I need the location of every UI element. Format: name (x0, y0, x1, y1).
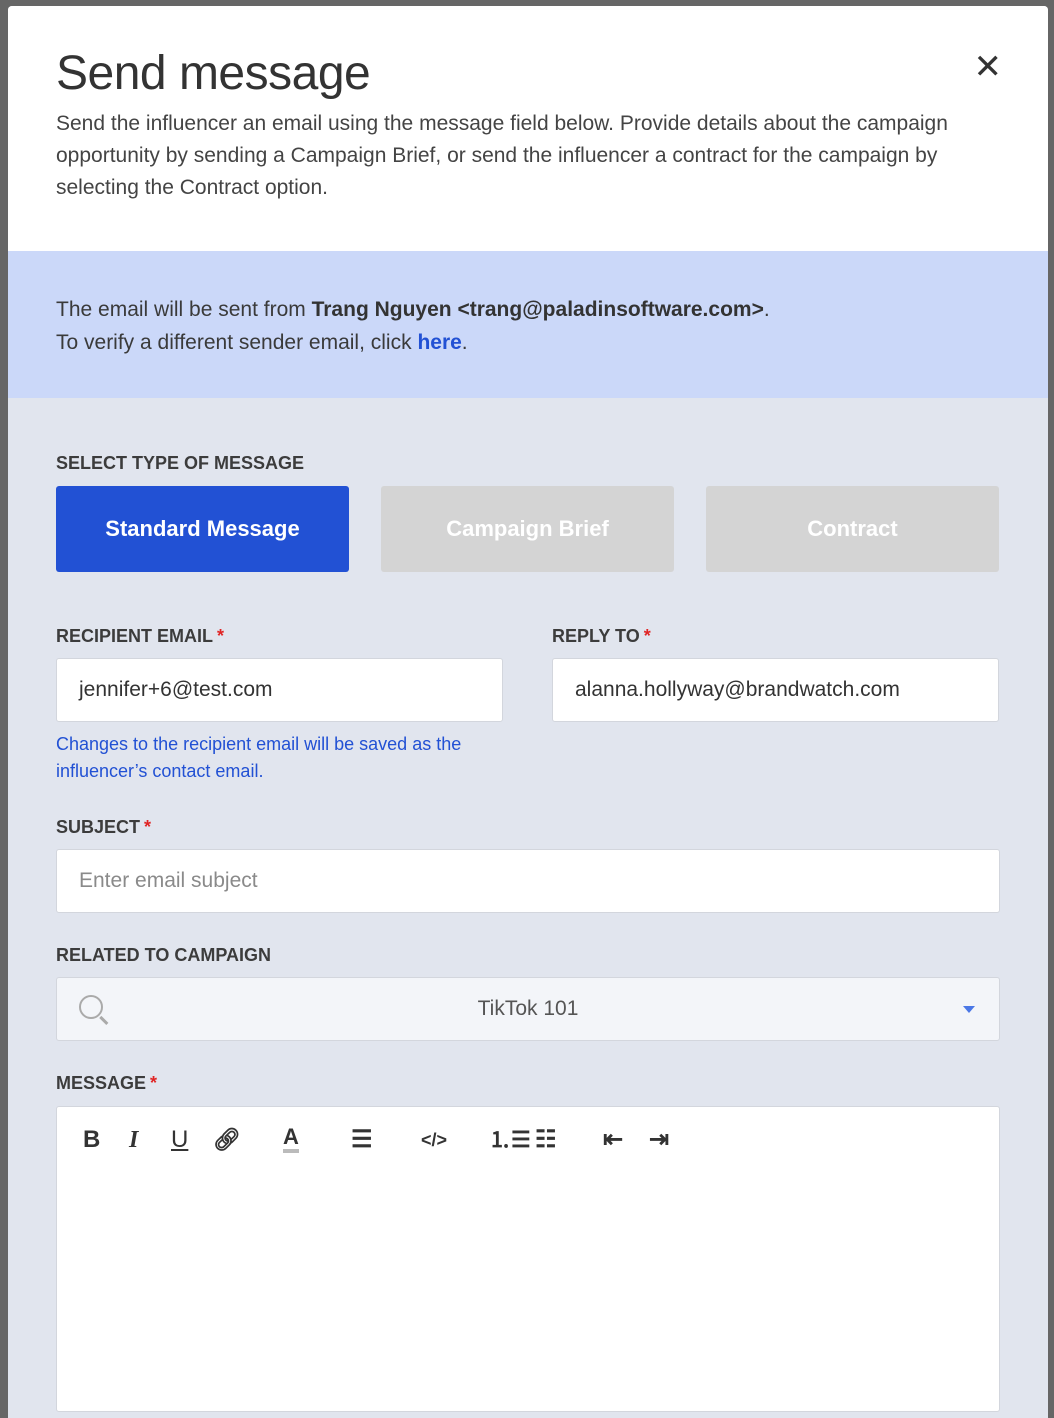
banner-text: . (461, 331, 468, 354)
outdent-icon[interactable]: ⇤ (603, 1125, 623, 1155)
required-marker: * (144, 817, 152, 837)
sender-identity: Trang Nguyen <trang@paladinsoftware.com> (311, 298, 764, 321)
banner-text: The email will be sent from (56, 298, 312, 321)
required-marker: * (150, 1073, 158, 1093)
recipient-email-label: RECIPIENT EMAIL (56, 626, 214, 646)
modal-header: Send message Send the influencer an emai… (8, 6, 1048, 251)
bold-icon[interactable]: B (83, 1125, 100, 1155)
underline-icon[interactable]: U (171, 1125, 188, 1155)
editor-toolbar: B I U 🔗︎ A ☰ </> ⒈☰ ☷ ⇤ ⇥ (57, 1125, 999, 1155)
campaign-label: RELATED TO CAMPAIGN (56, 945, 271, 965)
required-marker: * (217, 626, 225, 646)
type-contract-button[interactable]: Contract (706, 486, 999, 572)
modal-description: Send the influencer an email using the m… (56, 112, 948, 199)
campaign-selected-value: TikTok 101 (477, 997, 579, 1020)
code-icon[interactable]: </> (421, 1125, 447, 1155)
type-standard-message-button[interactable]: Standard Message (56, 486, 349, 572)
campaign-select[interactable]: TikTok 101 (56, 977, 1000, 1041)
subject-label: SUBJECT (56, 817, 141, 837)
modal-body: SELECT TYPE OF MESSAGE Standard Message … (8, 453, 1048, 1412)
banner-text: To verify a different sender email, clic… (56, 331, 418, 354)
modal-title: Send message (56, 47, 371, 100)
message-editor[interactable]: B I U 🔗︎ A ☰ </> ⒈☰ ☷ ⇤ ⇥ (56, 1106, 1000, 1412)
ordered-list-icon[interactable]: ⒈☰ (489, 1125, 531, 1155)
message-type-label: SELECT TYPE OF MESSAGE (56, 453, 305, 473)
reply-to-label: REPLY TO (552, 626, 640, 646)
search-icon (79, 995, 103, 1019)
banner-text: . (763, 298, 770, 321)
indent-icon[interactable]: ⇥ (649, 1125, 669, 1155)
recipient-email-hint: Changes to the recipient email will be s… (56, 734, 462, 781)
bullet-list-icon[interactable]: ☷ (535, 1125, 557, 1155)
close-icon[interactable]: ✕ (974, 50, 1003, 84)
align-left-icon[interactable]: ☰ (351, 1125, 373, 1155)
type-campaign-brief-button[interactable]: Campaign Brief (381, 486, 674, 572)
message-type-selector: Standard Message Campaign Brief Contract (56, 486, 1000, 572)
text-color-icon[interactable]: A (283, 1125, 299, 1153)
send-message-modal: Send message Send the influencer an emai… (8, 6, 1048, 1418)
message-label: MESSAGE (56, 1073, 147, 1093)
link-icon[interactable]: 🔗︎ (213, 1125, 241, 1155)
italic-icon[interactable]: I (129, 1125, 138, 1155)
reply-to-input[interactable]: alanna.hollyway@brandwatch.com (552, 658, 999, 722)
sender-info-banner: The email will be sent from Trang Nguyen… (8, 251, 1048, 398)
recipient-email-input[interactable]: jennifer+6@test.com (56, 658, 503, 722)
required-marker: * (643, 626, 651, 646)
chevron-down-icon[interactable] (963, 1006, 975, 1013)
subject-input[interactable]: Enter email subject (56, 849, 1000, 913)
verify-sender-link[interactable]: here (417, 331, 461, 354)
